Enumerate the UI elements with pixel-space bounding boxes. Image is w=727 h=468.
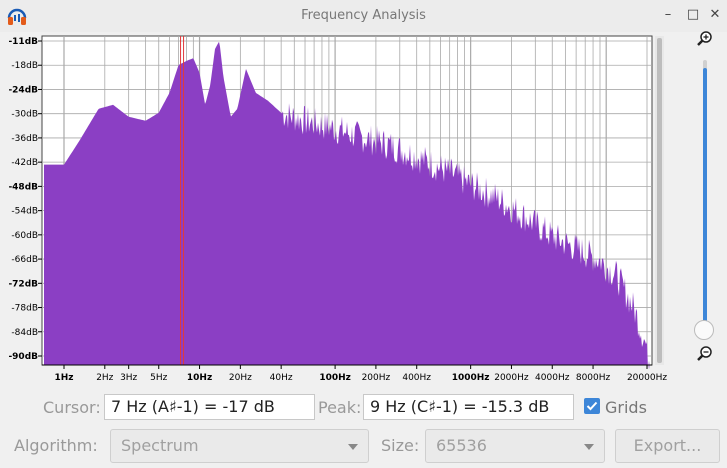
frequency-tick-label: 4000Hz: [535, 373, 570, 383]
algorithm-value: Spectrum: [121, 436, 199, 455]
frequency-tick-label: 20Hz: [229, 373, 252, 383]
frequency-tick-label: 3Hz: [120, 373, 137, 383]
zoom-slider-track[interactable]: [703, 68, 707, 330]
frequency-tick-label: 100Hz: [319, 373, 351, 383]
frequency-tick-label: 400Hz: [402, 373, 431, 383]
chevron-down-icon: [584, 444, 594, 450]
readout-row: Cursor: 7 Hz (A♯-1) = -17 dB Peak: 9 Hz …: [0, 393, 727, 421]
peak-readout-field[interactable]: 9 Hz (C♯-1) = -15.3 dB: [363, 394, 574, 420]
window-title: Frequency Analysis: [301, 8, 426, 23]
algorithm-select[interactable]: Spectrum: [110, 429, 369, 463]
spectrum-plot-area[interactable]: -11dB -18dB -24dB -30dB -36dB -42dB -48dB -54dB…: [0, 32, 727, 386]
peak-label: Peak:: [318, 398, 362, 417]
db-tick-label: -48dB: [8, 182, 38, 192]
chevron-down-icon: [348, 444, 358, 450]
db-tick-label: -30dB: [11, 110, 38, 120]
db-axis-labels: -11dB -18dB -24dB -30dB -36dB -42dB -48dB -54dB…: [8, 37, 38, 362]
zoom-in-icon[interactable]: [696, 30, 714, 48]
settings-row: Algorithm: Spectrum Size: 65536 Export..…: [0, 429, 727, 465]
minimize-button[interactable]: –: [660, 7, 676, 23]
spectrum-graph[interactable]: -11dB -18dB -24dB -30dB -36dB -42dB -48dB -54dB…: [0, 32, 727, 386]
frequency-tick-label: 5Hz: [150, 373, 167, 383]
size-value: 65536: [436, 436, 487, 455]
grids-checkbox[interactable]: [584, 398, 600, 414]
maximize-button[interactable]: □: [685, 7, 701, 23]
plot-scrollbar-thumb[interactable]: [657, 38, 662, 363]
db-tick-label: -24dB: [8, 85, 38, 95]
zoom-out-icon[interactable]: [696, 345, 714, 363]
frequency-tick-label: 8000Hz: [576, 373, 611, 383]
db-tick-label: -90dB: [8, 352, 38, 362]
frequency-axis-labels: 1Hz 2Hz 3Hz 5Hz 10Hz 20Hz 40Hz 100Hz 200Hz 400Hz 1…: [54, 365, 667, 383]
frequency-tick-label: 1Hz: [54, 373, 73, 383]
frequency-tick-label: 2Hz: [96, 373, 113, 383]
size-select[interactable]: 65536: [425, 429, 605, 463]
algorithm-label: Algorithm:: [14, 436, 98, 455]
frequency-tick-label: 20000Hz: [627, 373, 667, 383]
frequency-tick-label: 2000Hz: [494, 373, 529, 383]
frequency-tick-label: 40Hz: [270, 373, 293, 383]
close-button[interactable]: ✕: [707, 7, 723, 23]
checkmark-icon: [586, 401, 598, 411]
cursor-readout-field[interactable]: 7 Hz (A♯-1) = -17 dB: [104, 394, 315, 420]
db-tick-label: -11dB: [8, 37, 38, 47]
export-button[interactable]: Export...: [615, 429, 720, 463]
frequency-tick-label: 1000Hz: [452, 373, 490, 383]
size-label: Size:: [381, 436, 420, 455]
frequency-tick-label: 200Hz: [362, 373, 391, 383]
db-tick-label: -84dB: [11, 328, 38, 338]
db-tick-label: -66dB: [11, 255, 38, 265]
cursor-label: Cursor:: [43, 398, 101, 417]
title-bar: Frequency Analysis – □ ✕: [0, 0, 727, 32]
db-tick-label: -18dB: [11, 61, 38, 71]
db-tick-label: -54dB: [11, 207, 38, 217]
zoom-slider-thumb[interactable]: [694, 320, 714, 340]
grids-label: Grids: [605, 398, 647, 417]
db-tick-label: -78dB: [11, 304, 38, 314]
frequency-tick-label: 10Hz: [187, 373, 212, 383]
db-tick-label: -36dB: [11, 134, 38, 144]
db-tick-label: -42dB: [11, 158, 38, 168]
db-tick-label: -60dB: [11, 231, 38, 241]
db-tick-label: -72dB: [8, 279, 38, 289]
